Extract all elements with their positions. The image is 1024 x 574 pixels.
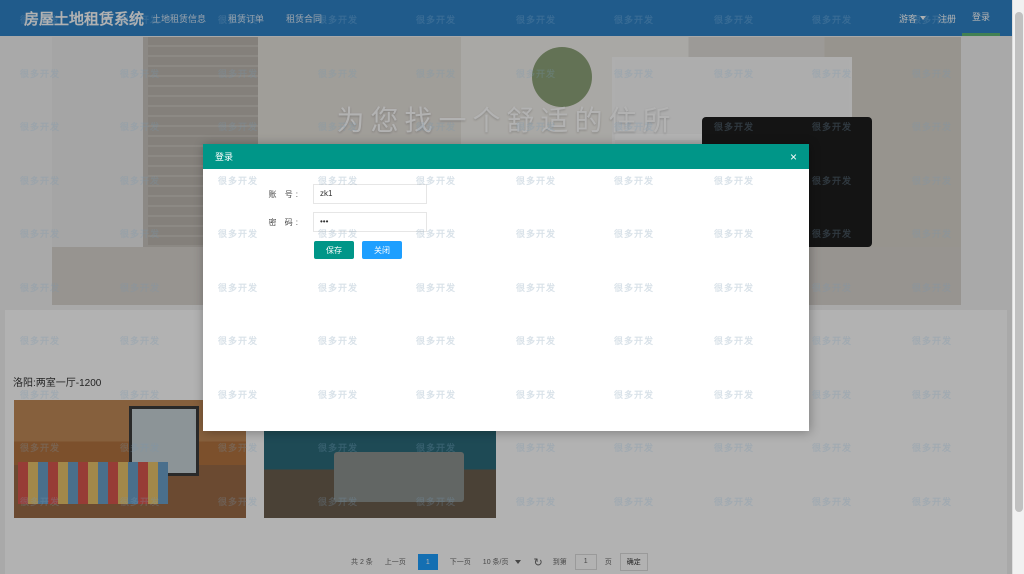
account-row: 账 号: zk1 xyxy=(265,184,427,204)
modal-header: 登录 × xyxy=(203,144,809,169)
password-input[interactable]: ••• xyxy=(313,212,427,232)
account-input[interactable]: zk1 xyxy=(313,184,427,204)
close-button[interactable]: 关闭 xyxy=(362,241,402,259)
modal-buttons: 保存 关闭 xyxy=(314,241,410,259)
login-modal: 登录 × 账 号: zk1 密 码: ••• 保存 关闭 xyxy=(203,144,809,431)
password-row: 密 码: ••• xyxy=(265,212,427,232)
scrollbar-thumb[interactable] xyxy=(1015,12,1023,512)
modal-title: 登录 xyxy=(215,152,234,162)
password-label: 密 码: xyxy=(268,217,301,227)
close-icon[interactable]: × xyxy=(790,150,797,164)
page-scrollbar[interactable] xyxy=(1012,0,1024,574)
account-label: 账 号: xyxy=(268,189,301,199)
save-button[interactable]: 保存 xyxy=(314,241,354,259)
